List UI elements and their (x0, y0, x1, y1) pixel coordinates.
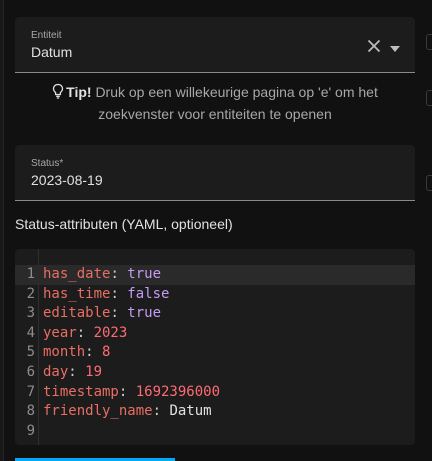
status-field-label: Status* (31, 158, 64, 169)
code-line[interactable]: 5 month: 8 (15, 343, 415, 363)
code-content: editable: true (43, 304, 161, 324)
yaml-value: true (127, 266, 162, 282)
yaml-key: month (43, 344, 86, 361)
code-content: month: 8 (43, 343, 110, 363)
entity-field-label: Entiteit (31, 30, 62, 41)
yaml-value: true (127, 305, 162, 322)
right-control-stub (426, 175, 432, 191)
code-lines: 1 has_date: true 2 has_time: false 3 editable… (15, 265, 415, 441)
code-line[interactable]: 8 friendly_name: Datum (15, 402, 415, 422)
yaml-code-editor[interactable]: 1 has_date: true 2 has_time: false 3 editable… (15, 249, 415, 445)
code-line[interactable]: 7 timestamp: 1692396000 (15, 383, 415, 403)
yaml-key: has_date (43, 266, 111, 282)
line-number: 7 (26, 383, 35, 400)
code-content: has_date: true (43, 265, 161, 285)
code-line[interactable]: 4 year: 2023 (15, 324, 415, 344)
line-number: 4 (26, 324, 35, 341)
search-tip: Tip! Druk op een willekeurige pagina op … (15, 82, 415, 124)
yaml-separator: : (110, 305, 128, 322)
line-number: 1 (26, 266, 35, 282)
yaml-key: has_time (43, 285, 111, 302)
yaml-key: timestamp (43, 383, 119, 400)
code-content: year: 2023 (43, 324, 127, 344)
right-panel-edge (418, 0, 432, 461)
yaml-value: false (127, 285, 170, 302)
status-field-value[interactable]: 2023-08-19 (31, 172, 103, 188)
code-line[interactable]: 6 day: 19 (15, 363, 415, 383)
yaml-key: day (43, 363, 69, 380)
yaml-separator: : (85, 344, 103, 361)
yaml-separator: : (110, 285, 128, 302)
code-content: friendly_name: Datum (43, 402, 212, 422)
yaml-value: Datum (169, 403, 212, 420)
tip-title: Tip! (66, 84, 92, 100)
attributes-heading: Status-attributen (YAML, optioneel) (15, 216, 233, 232)
yaml-separator: : (152, 403, 170, 420)
line-number: 6 (26, 363, 35, 380)
yaml-separator: : (110, 266, 128, 282)
code-content: has_time: false (43, 285, 169, 305)
yaml-value: 1692396000 (135, 383, 221, 400)
status-field[interactable]: Status* 2023-08-19 (15, 145, 415, 201)
yaml-separator: : (118, 383, 136, 400)
yaml-separator: : (68, 363, 86, 380)
yaml-value: 2023 (93, 324, 128, 341)
right-control-stub (426, 90, 432, 106)
line-number: 3 (26, 305, 35, 322)
menu-down-icon[interactable] (389, 41, 401, 52)
line-number: 2 (26, 285, 35, 302)
yaml-separator: : (76, 324, 94, 341)
lightbulb-icon (52, 83, 64, 104)
code-line[interactable]: 3 editable: true (15, 304, 415, 324)
yaml-key: year (43, 324, 77, 341)
close-icon[interactable] (367, 39, 381, 53)
code-content: timestamp: 1692396000 (43, 383, 220, 403)
yaml-value: 19 (85, 363, 103, 380)
entity-field-value[interactable]: Datum (31, 44, 72, 60)
entity-picker-field[interactable]: Entiteit Datum (15, 17, 415, 73)
code-line[interactable]: 2 has_time: false (15, 285, 415, 305)
line-number: 9 (26, 422, 35, 439)
line-number: 5 (26, 344, 35, 361)
yaml-key: editable (43, 305, 111, 322)
tip-text: Druk op een willekeurige pagina op 'e' o… (95, 84, 378, 122)
line-number: 8 (26, 403, 35, 420)
right-control-stub (426, 34, 432, 50)
yaml-value: 8 (102, 344, 111, 361)
code-line[interactable]: 9 (15, 422, 415, 442)
yaml-key: friendly_name (43, 403, 153, 420)
left-panel-edge (0, 0, 4, 461)
code-content: day: 19 (43, 363, 102, 383)
code-line[interactable]: 1 has_date: true (15, 265, 415, 285)
